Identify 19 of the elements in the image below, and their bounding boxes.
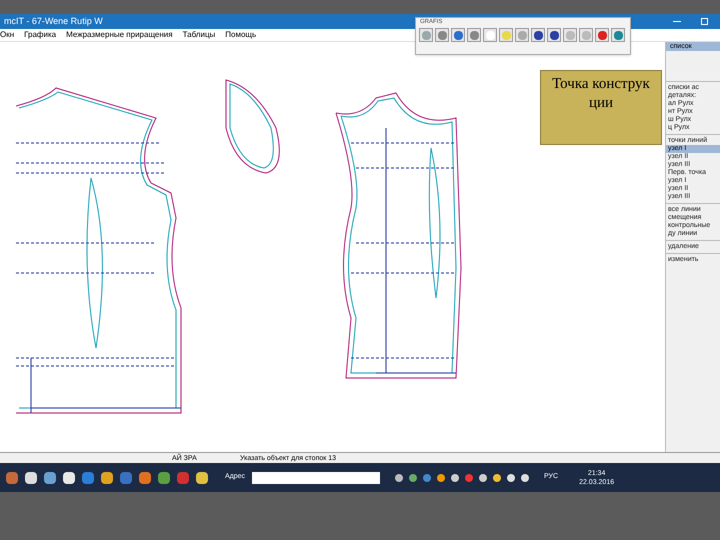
app-icon[interactable]: [101, 472, 113, 484]
toolbar-button[interactable]: [595, 28, 609, 42]
toolbar-button[interactable]: [451, 28, 465, 42]
address-field[interactable]: [252, 472, 380, 484]
menu-item[interactable]: Межразмерные приращения: [66, 31, 173, 39]
menu-item[interactable]: Помощь: [225, 31, 256, 39]
app-icon[interactable]: [63, 472, 75, 484]
app-icon[interactable]: [196, 472, 208, 484]
maximize-icon[interactable]: [701, 18, 708, 25]
toolbar-button[interactable]: [531, 28, 545, 42]
menu-item[interactable]: Таблицы: [182, 31, 216, 39]
app-icon[interactable]: [25, 472, 37, 484]
menu-item[interactable]: Графика: [24, 31, 56, 39]
toolbar-button[interactable]: [547, 28, 561, 42]
app-icon[interactable]: [44, 472, 56, 484]
menu-item[interactable]: Окн: [0, 31, 14, 39]
window-title: mcIT - 67-Wene Rutip W: [4, 17, 103, 26]
tooltip: Точка конструкции: [540, 70, 662, 145]
toolbar-button[interactable]: [611, 28, 625, 42]
